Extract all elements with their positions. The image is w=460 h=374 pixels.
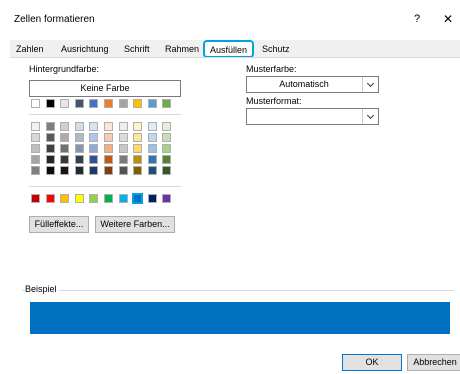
color-swatch[interactable]	[104, 155, 113, 164]
color-swatch[interactable]	[45, 99, 55, 108]
color-swatch[interactable]	[104, 194, 113, 203]
color-swatch[interactable]	[74, 99, 84, 108]
color-swatch[interactable]	[162, 166, 172, 175]
color-swatch[interactable]	[89, 144, 99, 153]
color-swatch[interactable]	[60, 144, 70, 153]
color-swatch[interactable]	[31, 144, 40, 153]
color-swatch[interactable]	[89, 166, 99, 175]
pattern-color-select[interactable]: Automatisch	[246, 76, 379, 93]
color-swatch[interactable]	[104, 122, 113, 131]
color-swatch[interactable]	[31, 166, 40, 175]
color-swatch[interactable]	[162, 122, 172, 131]
palette-divider	[29, 186, 181, 187]
color-swatch[interactable]	[162, 133, 172, 142]
palette-divider	[29, 114, 181, 115]
color-swatch[interactable]	[147, 144, 157, 153]
color-swatch[interactable]	[74, 166, 84, 175]
color-swatch[interactable]	[60, 122, 70, 131]
color-swatch[interactable]	[31, 99, 40, 108]
color-swatch[interactable]	[74, 122, 84, 131]
pattern-color-label: Musterfarbe:	[246, 64, 297, 74]
color-swatch[interactable]	[45, 155, 55, 164]
background-color-label: Hintergrundfarbe:	[29, 64, 100, 74]
color-swatch[interactable]	[162, 99, 172, 108]
color-swatch[interactable]	[60, 194, 70, 203]
color-swatch[interactable]	[89, 99, 99, 108]
color-swatch[interactable]	[104, 99, 113, 108]
color-swatch[interactable]	[118, 155, 128, 164]
color-swatch[interactable]	[133, 133, 143, 142]
dialog-title: Zellen formatieren	[14, 14, 95, 25]
help-icon[interactable]: ?	[409, 11, 425, 27]
color-swatch[interactable]	[31, 194, 40, 203]
tab-ausfuellen[interactable]: Ausfüllen	[203, 40, 255, 58]
color-swatch[interactable]	[45, 144, 55, 153]
no-color-button[interactable]: Keine Farbe	[29, 80, 181, 97]
fill-effects-button[interactable]: Fülleffekte...	[29, 216, 89, 233]
color-swatch[interactable]	[118, 166, 128, 175]
close-icon[interactable]: ✕	[440, 11, 456, 27]
color-swatch[interactable]	[45, 133, 55, 142]
pattern-style-label: Musterformat:	[246, 96, 302, 106]
sample-label: Beispiel	[25, 284, 59, 294]
color-swatch[interactable]	[133, 99, 143, 108]
color-swatch[interactable]	[132, 193, 144, 204]
color-swatch[interactable]	[45, 166, 55, 175]
color-swatch[interactable]	[133, 166, 143, 175]
color-swatch[interactable]	[74, 133, 84, 142]
color-swatch[interactable]	[74, 144, 84, 153]
chevron-down-icon[interactable]	[362, 109, 378, 124]
ok-button[interactable]: OK	[342, 354, 402, 371]
pattern-style-select[interactable]	[246, 108, 379, 125]
color-swatch[interactable]	[89, 133, 99, 142]
color-swatch[interactable]	[147, 99, 157, 108]
color-swatch[interactable]	[162, 155, 172, 164]
color-swatch[interactable]	[45, 122, 55, 131]
color-swatch[interactable]	[118, 122, 128, 131]
color-swatch[interactable]	[74, 155, 84, 164]
pattern-color-value: Automatisch	[279, 79, 329, 89]
color-swatch[interactable]	[89, 155, 99, 164]
color-swatch[interactable]	[118, 133, 128, 142]
color-swatch[interactable]	[60, 155, 70, 164]
color-swatch[interactable]	[118, 194, 128, 203]
color-swatch[interactable]	[118, 144, 128, 153]
color-swatch[interactable]	[118, 99, 128, 108]
color-swatch[interactable]	[147, 155, 157, 164]
sample-preview	[30, 302, 450, 334]
color-swatch[interactable]	[147, 122, 157, 131]
tab-rahmen[interactable]: Rahmen	[162, 42, 202, 57]
tab-zahlen[interactable]: Zahlen	[13, 42, 47, 57]
color-swatch[interactable]	[133, 144, 143, 153]
color-swatch[interactable]	[74, 194, 84, 203]
color-swatch[interactable]	[133, 122, 143, 131]
color-swatch[interactable]	[133, 155, 143, 164]
color-swatch[interactable]	[31, 122, 40, 131]
color-swatch[interactable]	[60, 99, 70, 108]
cancel-button[interactable]: Abbrechen	[407, 354, 460, 371]
color-swatch[interactable]	[104, 166, 113, 175]
color-swatch[interactable]	[45, 194, 55, 203]
color-swatch[interactable]	[162, 194, 172, 203]
color-swatch[interactable]	[31, 133, 40, 142]
tab-schrift[interactable]: Schrift	[121, 42, 153, 57]
color-swatch[interactable]	[147, 166, 157, 175]
format-cells-dialog: Zellen formatieren ? ✕ Zahlen Ausrichtun…	[0, 0, 460, 374]
color-swatch[interactable]	[31, 155, 40, 164]
chevron-down-icon[interactable]	[362, 77, 378, 92]
color-swatch[interactable]	[162, 144, 172, 153]
tab-schutz[interactable]: Schutz	[259, 42, 293, 57]
tab-ausrichtung[interactable]: Ausrichtung	[58, 42, 112, 57]
color-swatch[interactable]	[104, 133, 113, 142]
more-colors-button[interactable]: Weitere Farben...	[95, 216, 175, 233]
color-swatch[interactable]	[60, 166, 70, 175]
color-swatch[interactable]	[104, 144, 113, 153]
color-swatch[interactable]	[147, 194, 157, 203]
color-swatch[interactable]	[89, 122, 99, 131]
color-swatch[interactable]	[60, 133, 70, 142]
color-swatch[interactable]	[89, 194, 99, 203]
color-swatch[interactable]	[147, 133, 157, 142]
